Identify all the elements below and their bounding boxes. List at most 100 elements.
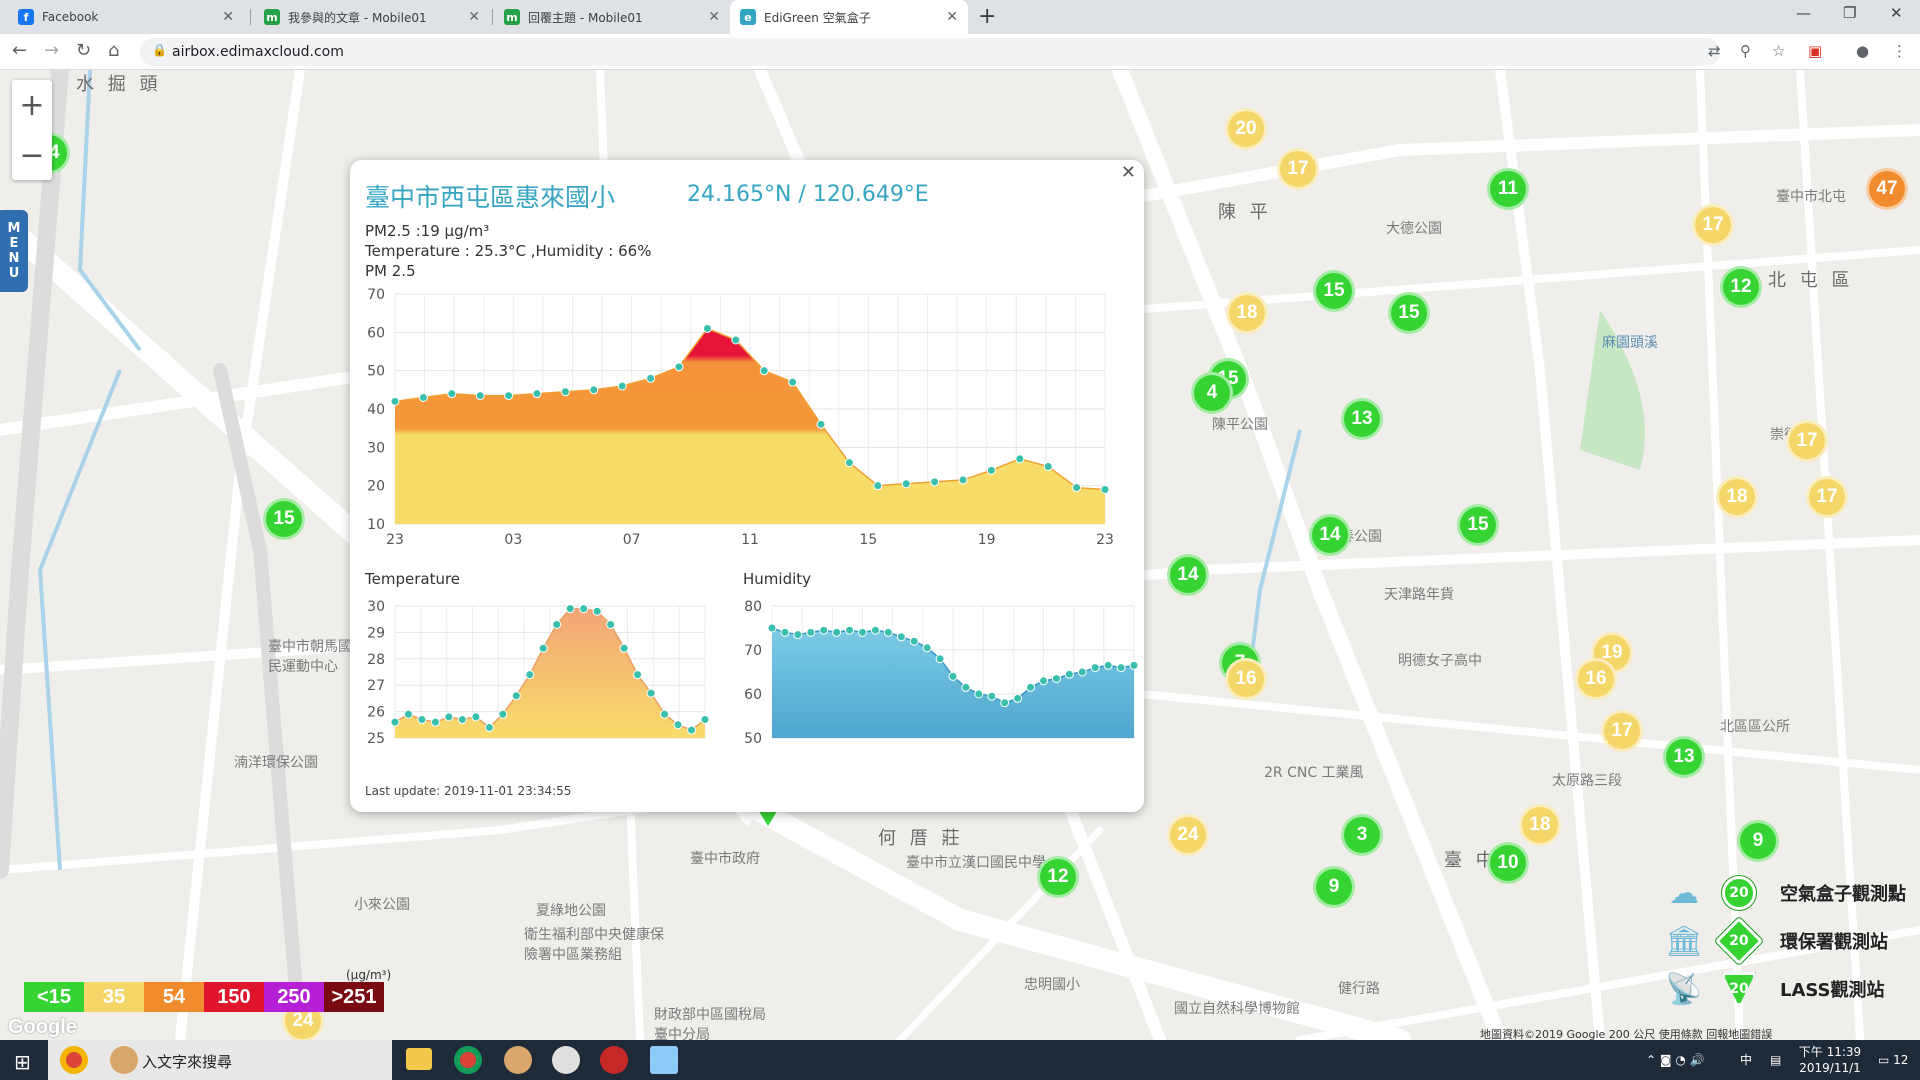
back-icon[interactable]: ← [12,40,27,61]
airbox-marker[interactable]: 17 [1786,420,1828,462]
place-label: 忠明國小 [1024,977,1080,993]
bookmark-star-icon[interactable]: ☆ [1772,42,1785,60]
data-point [870,625,880,635]
tab-mobile01-articles[interactable]: m 我參與的文章 - Mobile01 ✕ [254,0,490,34]
close-tab-icon[interactable]: ✕ [708,9,720,25]
tab-title: 我參與的文章 - Mobile01 [288,10,427,25]
airbox-marker[interactable]: 15 [1388,292,1430,334]
chrome-icon[interactable] [60,1046,88,1074]
close-tab-icon[interactable]: ✕ [468,9,480,25]
place-label: 健行路 [1338,981,1380,997]
new-tab-button[interactable]: + [978,4,996,29]
data-point [806,627,816,637]
forward-icon[interactable]: → [44,40,59,61]
data-point [660,709,670,719]
airbox-marker[interactable]: 3 [1341,814,1383,856]
airbox-marker[interactable]: 14 [1167,554,1209,596]
app-icon[interactable] [110,1046,138,1074]
airbox-marker[interactable]: 13 [1341,398,1383,440]
close-window-icon[interactable]: ✕ [1890,4,1903,22]
extension-icon[interactable]: ▣ [1808,42,1822,60]
tab-facebook[interactable]: f Facebook ✕ [8,0,244,34]
airbox-marker[interactable]: 4 [1191,372,1233,414]
data-point [987,691,997,701]
ime-indicator[interactable]: 中 [1740,1052,1752,1068]
translate-icon[interactable]: ⇄ [1708,42,1721,60]
zoom-out-button[interactable]: − [12,130,52,180]
airbox-marker[interactable]: 16 [1225,658,1267,700]
airbox-marker[interactable]: 11 [1487,168,1529,210]
data-point [673,720,683,730]
tab-mobile01-reply[interactable]: m 回覆主題 - Mobile01 ✕ [494,0,730,34]
search-placeholder: 入文字來搜尋 [142,1053,233,1071]
airbox-marker[interactable]: 9 [1313,866,1355,908]
data-point [538,643,548,653]
airbox-marker[interactable]: 18 [1226,292,1268,334]
menu-dots-icon[interactable]: ⋮ [1892,42,1907,60]
keyboard-icon[interactable]: ▤ [1770,1052,1781,1068]
data-point [646,688,656,698]
airbox-marker[interactable]: 14 [1309,514,1351,556]
airbox-marker[interactable]: 24 [1167,814,1209,856]
windows-start-icon[interactable]: ⊞ [14,1050,31,1074]
reload-icon[interactable]: ↻ [76,40,91,61]
airbox-marker[interactable]: 18 [1519,804,1561,846]
airbox-marker[interactable]: 15 [263,498,305,540]
airbox-marker[interactable]: 20 [1225,108,1267,150]
chrome-icon[interactable] [454,1046,482,1074]
close-tab-icon[interactable]: ✕ [222,9,234,25]
airbox-marker[interactable]: 10 [1487,842,1529,884]
minimize-icon[interactable]: — [1796,4,1811,22]
map-canvas[interactable]: 水 掘 頭 陳 平 北 屯 區 何 厝 莊 臺 中 大德公園 臺中市北屯 崇德國… [0,70,1920,1040]
airbox-marker[interactable]: 12 [1037,856,1079,898]
taskbar-search-box[interactable]: 入文字來搜尋 [48,1040,392,1080]
app-icon[interactable] [504,1046,532,1074]
airbox-marker[interactable]: 17 [1692,204,1734,246]
data-point [1100,485,1110,494]
place-label: 臺中市立漢口國民中學 [906,855,1046,871]
y-tick-label: 40 [367,402,385,418]
app-icon[interactable] [552,1046,580,1074]
tab-edigreen[interactable]: e EdiGreen 空氣盒子 ✕ [730,0,968,34]
data-point [702,324,712,333]
mobile01-icon: m [504,9,520,25]
airbox-marker[interactable]: 17 [1806,476,1848,518]
profile-icon[interactable]: ● [1856,42,1869,60]
data-point [687,725,697,735]
app-icon[interactable] [650,1046,678,1074]
data-point [606,619,616,629]
file-explorer-icon[interactable] [406,1048,432,1070]
data-point [844,458,854,468]
close-tab-icon[interactable]: ✕ [946,9,958,25]
airbox-marker[interactable]: 16 [1575,658,1617,700]
airbox-marker[interactable]: 15 [1313,270,1355,312]
airbox-marker[interactable]: 15 [1457,504,1499,546]
airbox-marker[interactable]: 13 [1663,736,1705,778]
address-bar[interactable]: 🔒 airbox.edimaxcloud.com [140,38,1720,66]
zoom-in-button[interactable]: + [12,80,52,130]
app-icon[interactable] [600,1046,628,1074]
clock[interactable]: 下午 11:39 2019/11/1 [1796,1044,1864,1076]
y-tick-label: 26 [367,705,385,721]
home-icon[interactable]: ⌂ [108,40,119,61]
station-legend-label: 環保署觀測站 [1780,932,1888,953]
airbox-marker[interactable]: 12 [1720,266,1762,308]
zoom-icon[interactable]: ⚲ [1740,42,1751,60]
data-point [418,393,428,402]
airbox-marker[interactable]: 47 [1866,168,1908,210]
tray-icons[interactable]: ⌃ ◙ ◔ 🔊 [1646,1052,1705,1068]
place-label: 2R CNC 工業風 [1264,765,1364,781]
notification-icon[interactable]: ▭ 12 [1878,1052,1908,1068]
data-point [471,712,481,722]
airbox-marker[interactable]: 18 [1716,476,1758,518]
restore-icon[interactable]: ❐ [1843,4,1856,22]
airbox-marker[interactable]: 17 [1601,710,1643,752]
map-attribution[interactable]: 地圖資料©2019 Google 200 公尺 使用條款 回報地圖錯誤 [1480,1026,1772,1040]
menu-button[interactable]: MENU [0,210,28,292]
airbox-marker[interactable]: 17 [1277,148,1319,190]
airbox-marker[interactable]: 9 [1737,820,1779,862]
data-point [617,381,627,391]
data-point [816,419,826,429]
place-label: 臺中市朝馬國民運動中心 [268,639,352,675]
data-point [403,709,413,719]
